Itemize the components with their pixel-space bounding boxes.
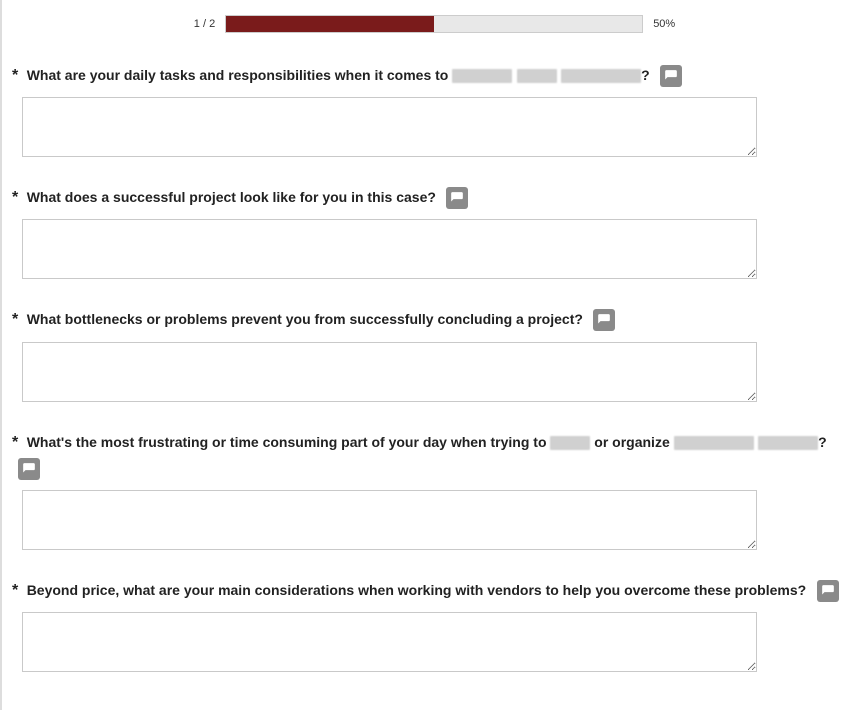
question-2-label-row: * What does a successful project look li… (12, 185, 857, 211)
question-3-label-row: * What bottlenecks or problems prevent y… (12, 307, 857, 333)
progress-row: 1 / 2 50% (12, 15, 857, 33)
question-5-input[interactable] (22, 612, 757, 672)
comment-icon[interactable] (446, 187, 468, 209)
redacted-text (550, 436, 590, 450)
required-mark: * (12, 434, 18, 451)
redacted-text (758, 436, 818, 450)
question-3: * What bottlenecks or problems prevent y… (12, 307, 857, 401)
question-2-text: What does a successful project look like… (27, 189, 436, 205)
redacted-text (452, 69, 512, 83)
comment-icon[interactable] (18, 458, 40, 480)
question-4-text-post: ? (818, 434, 827, 450)
question-3-input[interactable] (22, 342, 757, 402)
question-4-input[interactable] (22, 490, 757, 550)
question-5-text: Beyond price, what are your main conside… (27, 582, 807, 598)
question-3-text: What bottlenecks or problems prevent you… (27, 312, 583, 328)
question-2: * What does a successful project look li… (12, 185, 857, 279)
progress-percent-label: 50% (653, 18, 675, 30)
progress-bar-fill (226, 16, 434, 32)
redacted-text (561, 69, 641, 83)
required-mark: * (12, 582, 18, 599)
progress-page-label: 1 / 2 (194, 18, 215, 30)
redacted-text (674, 436, 754, 450)
question-5-label-row: * Beyond price, what are your main consi… (12, 578, 857, 604)
required-mark: * (12, 311, 18, 328)
question-1: * What are your daily tasks and responsi… (12, 63, 857, 157)
question-1-label-row: * What are your daily tasks and responsi… (12, 63, 857, 89)
question-1-text-post: ? (641, 67, 650, 83)
comment-icon[interactable] (817, 580, 839, 602)
question-4-text-pre: What's the most frustrating or time cons… (27, 434, 551, 450)
required-mark: * (12, 67, 18, 84)
question-5: * Beyond price, what are your main consi… (12, 578, 857, 672)
comment-icon[interactable] (660, 65, 682, 87)
survey-page: 1 / 2 50% * What are your daily tasks an… (2, 0, 867, 710)
redacted-text (517, 69, 557, 83)
question-4-label-row: * What's the most frustrating or time co… (12, 430, 857, 482)
progress-bar (225, 15, 643, 33)
question-1-text-pre: What are your daily tasks and responsibi… (27, 67, 453, 83)
required-mark: * (12, 189, 18, 206)
question-4: * What's the most frustrating or time co… (12, 430, 857, 550)
question-1-input[interactable] (22, 97, 757, 157)
question-4-text-mid: or organize (590, 434, 673, 450)
comment-icon[interactable] (593, 309, 615, 331)
question-2-input[interactable] (22, 219, 757, 279)
